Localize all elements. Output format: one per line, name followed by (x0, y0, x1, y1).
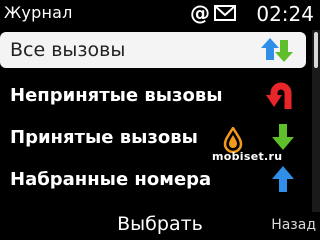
status-icons: @ (190, 2, 236, 24)
menu-item-label: Непринятые вызовы (10, 84, 223, 106)
at-icon: @ (190, 1, 210, 25)
clock: 02:24 (256, 2, 314, 26)
menu-item-label: Набранные номера (10, 168, 212, 190)
menu-item-missed-calls[interactable]: Непринятые вызовы (0, 74, 312, 116)
menu-item-dialled-numbers[interactable]: Набранные номера (0, 158, 312, 200)
call-log-menu: Все вызовы Непринятые вызовы Принятые вы… (0, 32, 312, 200)
app-title: Журнал (4, 3, 73, 22)
received-calls-icon (272, 124, 294, 150)
all-calls-icon (261, 38, 293, 62)
mail-icon (214, 5, 236, 21)
scrollbar[interactable] (312, 30, 320, 212)
status-bar: Журнал @ 02:24 (0, 0, 320, 30)
back-softkey[interactable]: Назад (271, 217, 316, 233)
dialled-numbers-icon (272, 166, 294, 192)
menu-item-all-calls[interactable]: Все вызовы (0, 32, 306, 68)
watermark: mobiset.ru (212, 150, 283, 163)
softkey-bar: Выбрать Назад (0, 212, 320, 240)
menu-item-label: Принятые вызовы (10, 126, 198, 148)
scrollbar-thumb[interactable] (314, 32, 318, 68)
missed-calls-icon (266, 82, 292, 109)
menu-item-label: Все вызовы (10, 39, 126, 61)
